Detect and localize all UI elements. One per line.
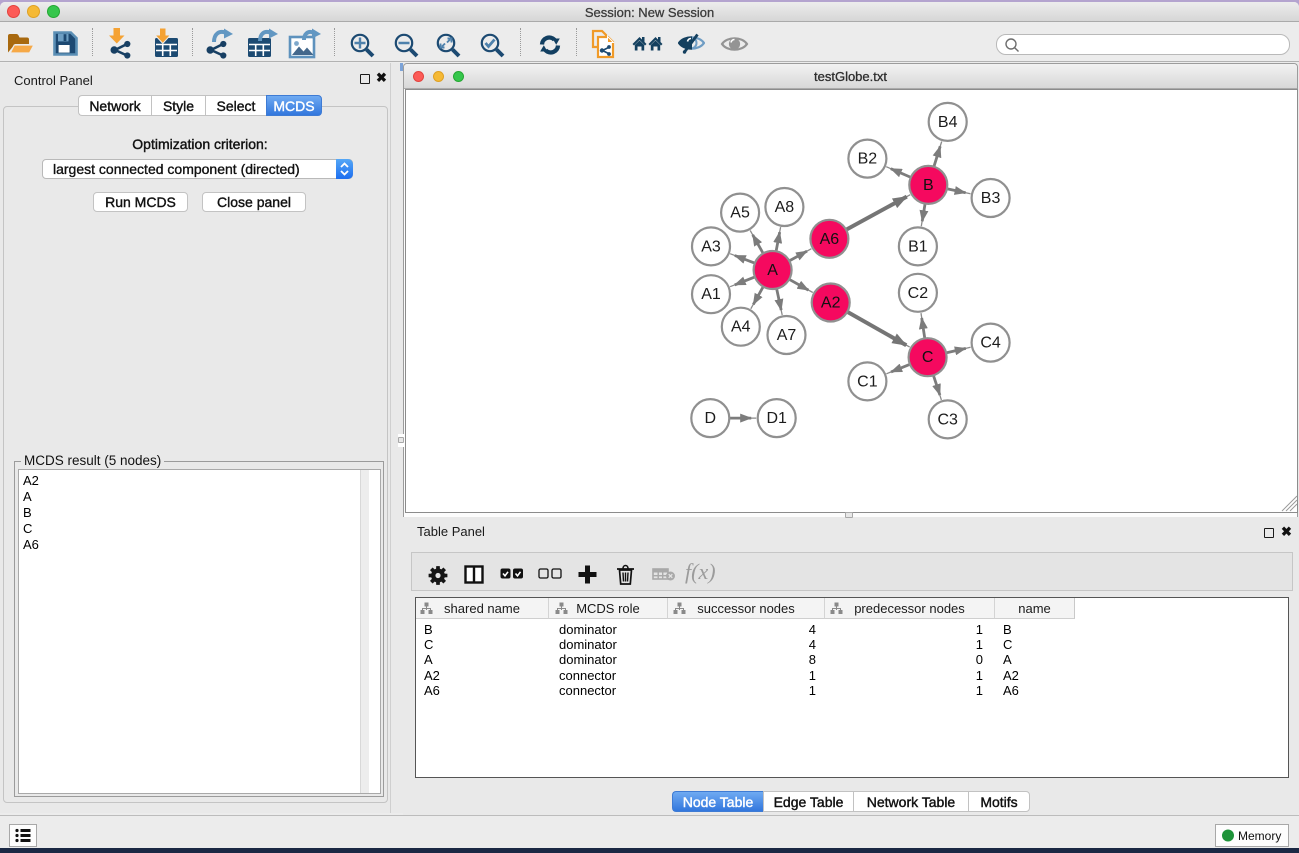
svg-text:D1: D1 xyxy=(766,410,787,427)
svg-text:A6: A6 xyxy=(820,231,840,248)
svg-text:A8: A8 xyxy=(775,199,795,216)
svg-text:A7: A7 xyxy=(777,327,797,344)
svg-text:C: C xyxy=(922,349,934,366)
svg-text:D: D xyxy=(705,410,717,427)
svg-text:A1: A1 xyxy=(701,286,721,303)
svg-text:A: A xyxy=(767,262,778,279)
svg-text:C3: C3 xyxy=(937,411,958,428)
svg-text:B2: B2 xyxy=(858,151,878,168)
svg-text:A3: A3 xyxy=(701,238,721,255)
svg-text:B: B xyxy=(923,177,934,194)
svg-text:A4: A4 xyxy=(731,319,751,336)
svg-text:A5: A5 xyxy=(730,205,750,222)
svg-text:C4: C4 xyxy=(980,335,1001,352)
svg-text:B4: B4 xyxy=(938,114,958,131)
svg-text:B1: B1 xyxy=(908,238,928,255)
svg-text:A2: A2 xyxy=(821,295,841,312)
svg-text:C2: C2 xyxy=(908,285,929,302)
svg-text:C1: C1 xyxy=(857,373,878,390)
svg-text:B3: B3 xyxy=(981,190,1001,207)
